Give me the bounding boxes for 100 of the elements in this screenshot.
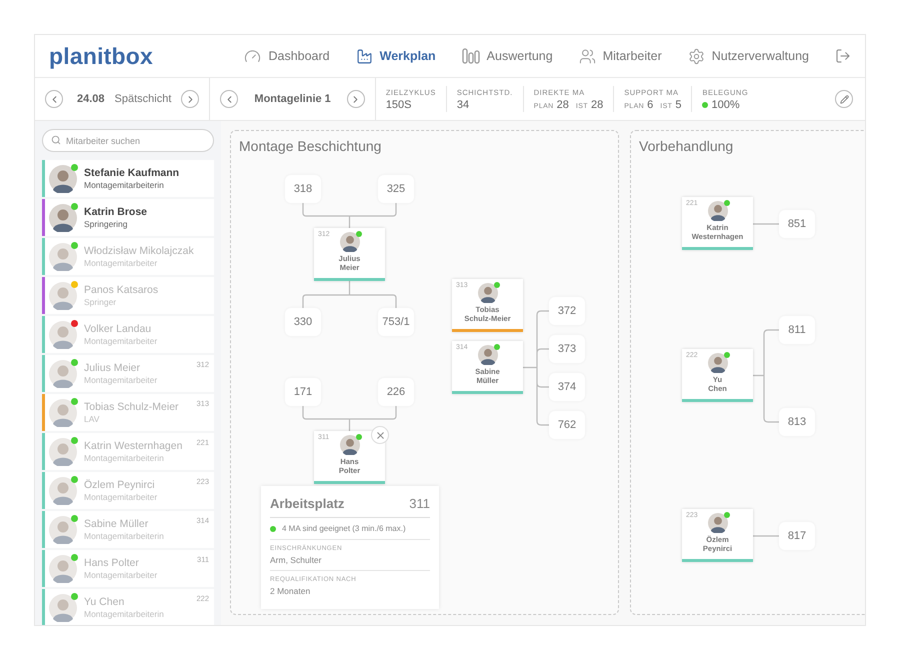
logout-icon: [835, 48, 851, 64]
logout-button[interactable]: [835, 48, 851, 64]
employee-role: Montagemitarbeiterin: [84, 609, 165, 619]
stat-value: 100%: [711, 98, 740, 110]
section-value: 2 Monaten: [270, 586, 312, 596]
popover-title: Arbeitsplatz: [270, 496, 344, 511]
employee-role: Montagemitarbeiter: [84, 375, 158, 385]
settings-icon: [688, 48, 705, 64]
edit-button[interactable]: [835, 90, 853, 108]
employee-name: Sabine Müller: [84, 518, 150, 530]
stat-value: 5: [675, 98, 682, 110]
employee-name: Julius Meier: [84, 362, 142, 374]
employee-name: Yu Chen: [84, 596, 126, 608]
nav-tab[interactable]: Werkplan: [356, 48, 436, 64]
employee-role: Springering: [84, 219, 128, 229]
station-node[interactable]: 171: [285, 378, 321, 406]
avatar: [49, 282, 77, 310]
avatar: [49, 164, 77, 192]
stat-value: 34: [456, 98, 470, 110]
avatar: [49, 554, 77, 582]
employee-role: Montagemitarbeiterin: [84, 180, 165, 190]
stat-value: 28: [556, 98, 569, 110]
employee-item[interactable]: Katrin Brose Springering: [42, 199, 214, 236]
stat-value: 150S: [386, 98, 413, 110]
station-number: 311: [409, 496, 430, 511]
avatar: [340, 435, 360, 455]
avatar: [49, 204, 77, 232]
next-line-button[interactable]: [346, 90, 365, 108]
employee-name: Katrin Brose: [84, 206, 148, 218]
avatar: [708, 353, 728, 373]
nav-tab[interactable]: Dashboard: [244, 48, 330, 64]
avatar: [49, 438, 77, 466]
nav-tab[interactable]: Auswertung: [462, 48, 553, 64]
panel-title: Montage Beschichtung: [238, 137, 382, 156]
avatar: [49, 398, 77, 426]
previous-shift-button[interactable]: [45, 90, 63, 108]
station-node[interactable]: 372: [549, 297, 585, 325]
employee-name: Volker Landau: [84, 323, 152, 335]
avatar: [49, 320, 77, 348]
station-node[interactable]: 811: [779, 316, 815, 344]
nav-tab[interactable]: Nutzerverwaltung: [688, 48, 809, 64]
avatar: [49, 594, 77, 622]
avatar: [49, 242, 77, 270]
users-icon: [578, 48, 596, 64]
close-icon: [374, 430, 386, 440]
employee-name: Panos Katsaros: [84, 284, 160, 296]
station-node[interactable]: 851: [779, 210, 815, 238]
employee-item[interactable]: Stefanie Kaufmann Montagemitarbeiterin: [42, 160, 214, 197]
employee-name: Özlem Peynirci: [84, 479, 156, 491]
gauge-icon: [244, 48, 262, 64]
factory-icon: [356, 48, 373, 64]
employee-role: Montagemitarbeiterin: [84, 453, 165, 463]
suitability-text: 4 MA sind geeignet (3 min./6 max.): [282, 524, 406, 533]
station-node[interactable]: 374: [549, 373, 585, 401]
avatar: [708, 201, 728, 221]
employee-name: Tobias Schulz-Meier: [84, 401, 180, 413]
avatar: [708, 513, 728, 533]
stat-value: 6: [647, 98, 654, 110]
employee-role: Montagemitarbeiter: [84, 336, 158, 346]
employee-role: Montagemitarbeiter: [84, 570, 158, 580]
station-node[interactable]: 813: [779, 408, 815, 436]
station-node[interactable]: 753/1: [378, 308, 414, 336]
search-field[interactable]: Mitarbeiter suchen: [42, 129, 214, 152]
station-node[interactable]: 226: [378, 378, 414, 406]
avatar: [49, 360, 77, 388]
employee-name: Katrin Westernhagen: [84, 440, 184, 452]
logo[interactable]: planitbox: [49, 42, 154, 70]
employee-role: Montagemitarbeiter: [84, 492, 158, 502]
connector-line: [753, 535, 779, 537]
employee-name: Włodzisław Mikolajczak: [84, 245, 195, 257]
station-node[interactable]: 318: [285, 175, 321, 203]
employee-name: Hans Polter: [84, 557, 140, 569]
station-node[interactable]: 330: [285, 308, 321, 336]
employee-role: Montagemitarbeiter: [84, 258, 158, 268]
panel-title: Vorbehandlung: [638, 137, 734, 156]
avatar: [478, 345, 498, 365]
employee-role: Montagemitarbeiterin: [84, 531, 165, 541]
station-node[interactable]: 817: [779, 522, 815, 550]
shift-date: 24.08: [77, 93, 105, 105]
bar-chart-icon: [462, 48, 480, 64]
section-value: Arm, Schulter: [270, 555, 322, 565]
employee-name: Stefanie Kaufmann: [84, 167, 180, 179]
close-button[interactable]: [371, 426, 389, 444]
employee-role: LAV: [84, 414, 100, 424]
shift-name: Spätschicht: [114, 93, 172, 105]
avatar: [49, 476, 77, 504]
nav-tab[interactable]: Mitarbeiter: [578, 48, 662, 64]
previous-line-button[interactable]: [220, 90, 238, 108]
pencil-icon: [840, 94, 848, 104]
connector-line: [753, 223, 779, 225]
avatar: [340, 232, 360, 252]
employee-role: Springer: [84, 297, 118, 307]
avatar: [49, 516, 77, 544]
avatar: [478, 283, 498, 303]
station-node[interactable]: 762: [549, 411, 585, 439]
line-name: Montagelinie 1: [254, 93, 331, 105]
station-node[interactable]: 373: [549, 335, 585, 363]
next-shift-button[interactable]: [181, 90, 200, 108]
stat-value: 28: [590, 98, 604, 110]
station-node[interactable]: 325: [378, 175, 414, 203]
